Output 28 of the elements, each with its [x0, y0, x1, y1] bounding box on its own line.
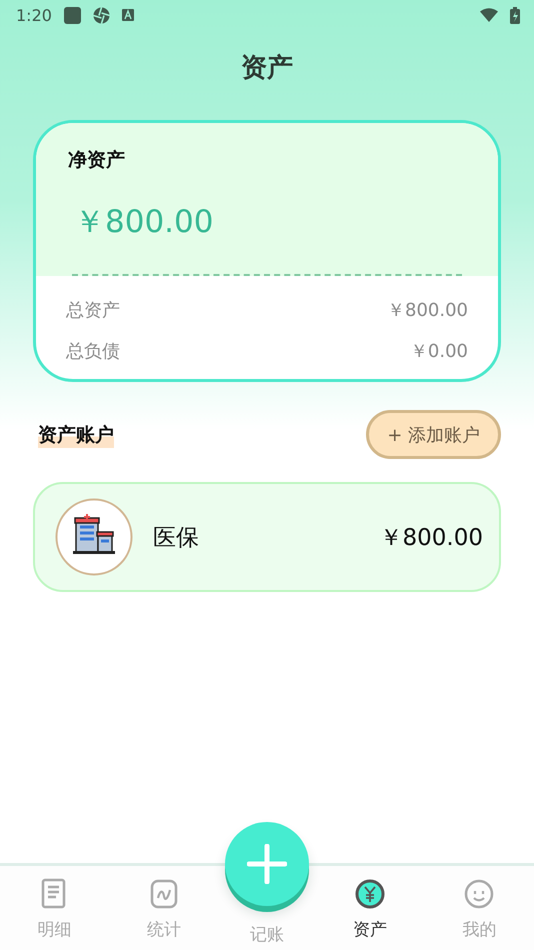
- summary-value: ￥800.00: [387, 299, 468, 322]
- summary-label: 总资产: [66, 299, 120, 322]
- tab[interactable]: 我的: [424, 866, 534, 950]
- tab[interactable]: 记账: [250, 923, 284, 946]
- account-name: 医保: [153, 524, 200, 552]
- section-title: 资产账户: [38, 422, 114, 448]
- tab[interactable]: 明细: [0, 866, 110, 950]
- hospital-icon: [55, 498, 133, 576]
- wifi-icon: [480, 8, 498, 22]
- plus-icon: [247, 844, 287, 884]
- yuan-coin-icon: [354, 878, 386, 910]
- chart-icon: [150, 878, 178, 910]
- tab[interactable]: 资产: [316, 866, 425, 950]
- battery-charging-icon: [510, 6, 520, 24]
- tab[interactable]: 统计: [109, 866, 218, 950]
- net-asset-value: ￥800.00: [74, 203, 214, 242]
- smiley-icon: [463, 878, 496, 910]
- keyboard-a-icon: [122, 9, 134, 21]
- account-card[interactable]: 医保 ￥800.00: [33, 482, 501, 592]
- summary-value: ￥0.00: [410, 340, 468, 363]
- page-title: 资产: [240, 52, 294, 85]
- account-amount: ￥800.00: [380, 524, 483, 552]
- net-asset-label: 净资产: [68, 148, 126, 173]
- aperture-icon: [92, 6, 110, 24]
- square-notification-icon: [64, 6, 81, 24]
- add-account-button[interactable]: + 添加账户: [366, 410, 501, 459]
- status-time: 1:20: [16, 6, 52, 24]
- summary-label: 总负债: [66, 340, 120, 363]
